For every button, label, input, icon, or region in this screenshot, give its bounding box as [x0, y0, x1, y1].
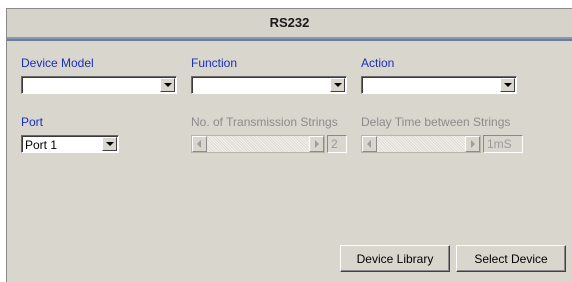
function-select[interactable] [191, 76, 347, 94]
port-label: Port [21, 115, 44, 129]
title-bar: RS232 [7, 9, 572, 39]
port-select[interactable]: Port 1 [21, 135, 119, 153]
scroll-right-icon[interactable] [309, 136, 324, 152]
port-value: Port 1 [25, 138, 58, 152]
transmission-strings-scrollbar[interactable] [191, 135, 325, 153]
chevron-down-icon[interactable] [102, 137, 117, 151]
rs232-panel: RS232 Device Model Function Action Port … [6, 8, 572, 282]
select-device-button[interactable]: Select Device [456, 245, 566, 272]
transmission-strings-value: 2 [327, 135, 347, 153]
device-model-select[interactable] [21, 76, 177, 94]
chevron-down-icon[interactable] [500, 78, 515, 92]
device-library-button[interactable]: Device Library [340, 245, 450, 272]
delay-time-label: Delay Time between Strings [361, 115, 511, 129]
chevron-down-icon[interactable] [330, 78, 345, 92]
action-label: Action [361, 56, 395, 70]
action-select[interactable] [361, 76, 517, 94]
function-label: Function [191, 56, 238, 70]
device-model-label: Device Model [21, 56, 94, 70]
chevron-down-icon[interactable] [160, 78, 175, 92]
delay-time-value: 1mS [483, 135, 523, 153]
title-divider [7, 39, 572, 41]
window-title: RS232 [269, 15, 310, 30]
scroll-left-icon[interactable] [192, 136, 207, 152]
delay-time-scrollbar[interactable] [361, 135, 481, 153]
scroll-left-icon[interactable] [362, 136, 377, 152]
transmission-strings-label: No. of Transmission Strings [191, 115, 338, 129]
scroll-right-icon[interactable] [465, 136, 480, 152]
